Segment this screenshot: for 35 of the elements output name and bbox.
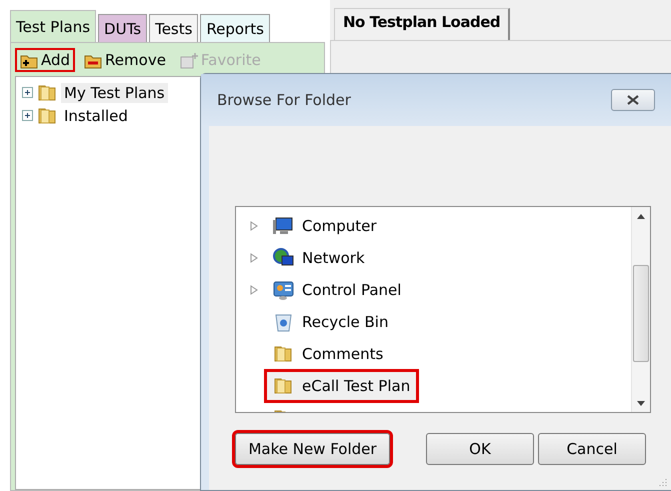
monitor-panel-icon bbox=[273, 280, 294, 300]
scrollbar[interactable] bbox=[631, 207, 650, 412]
dialog-button[interactable]: Cancel bbox=[538, 433, 646, 465]
folder-item[interactable]: eCall Test Plan bbox=[264, 369, 420, 403]
globe-monitor-icon bbox=[273, 248, 294, 268]
recycle-bin-icon bbox=[273, 312, 294, 332]
scroll-thumb[interactable] bbox=[633, 265, 649, 362]
tab[interactable]: No Testplan Loaded bbox=[334, 8, 510, 40]
toolbar-button[interactable]: Remove bbox=[79, 48, 171, 72]
folder-item[interactable]: Control Panel bbox=[264, 273, 410, 307]
folder-icon bbox=[37, 82, 57, 102]
toolbar-button[interactable]: Add bbox=[15, 48, 76, 72]
computer-icon bbox=[273, 216, 294, 236]
folder-icon bbox=[273, 344, 294, 364]
folder-item[interactable]: Computer bbox=[264, 209, 386, 243]
tab[interactable]: DUTs bbox=[98, 14, 148, 42]
up-arrow-icon bbox=[637, 214, 645, 218]
close-icon bbox=[626, 95, 640, 105]
tree-item[interactable]: My Test Plans bbox=[61, 82, 168, 102]
folder-icon bbox=[37, 106, 57, 126]
folder-item[interactable]: Recycle Bin bbox=[264, 305, 398, 339]
close-button[interactable] bbox=[611, 89, 655, 111]
resize-grip-icon bbox=[659, 478, 667, 486]
tree-item[interactable]: Installed bbox=[61, 106, 131, 126]
folder-item[interactable]: Comments bbox=[264, 337, 392, 371]
dialog-button[interactable]: OK bbox=[426, 433, 534, 465]
down-arrow-icon bbox=[637, 400, 645, 406]
folder-item[interactable]: Network bbox=[264, 241, 374, 275]
tab[interactable]: Tests bbox=[149, 14, 198, 42]
tab[interactable]: Test Plans bbox=[10, 10, 96, 42]
tab[interactable]: Reports bbox=[200, 14, 270, 42]
grid-plus-icon bbox=[180, 52, 198, 68]
folder-icon bbox=[273, 376, 294, 396]
dialog-title: Browse For Folder bbox=[217, 91, 351, 109]
dialog-button[interactable]: Make New Folder bbox=[235, 433, 390, 465]
